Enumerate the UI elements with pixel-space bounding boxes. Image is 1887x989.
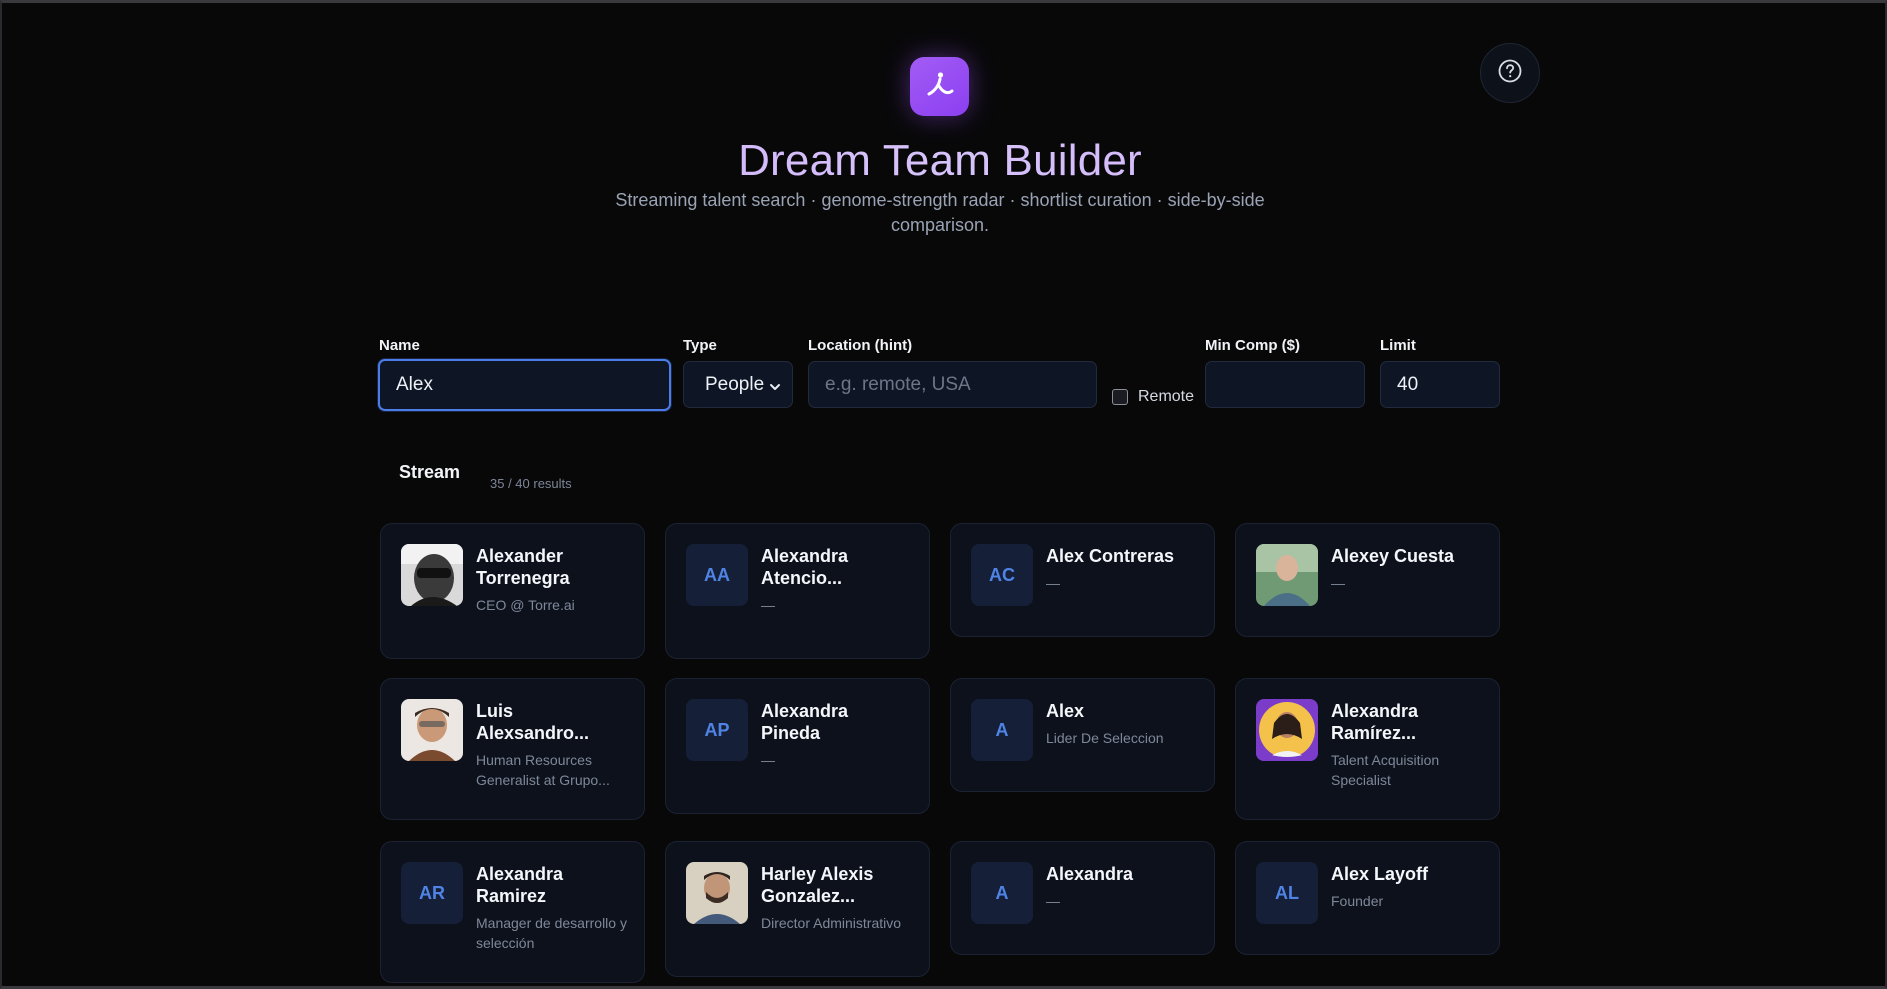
limit-input[interactable]: 40 [1380, 361, 1500, 408]
candidate-name: Alexandra Ramirez [476, 864, 564, 906]
candidate-name: Alexandra Ramírez... [1331, 701, 1419, 743]
candidate-role: — [1046, 575, 1060, 591]
avatar: AC [971, 544, 1033, 606]
min-comp-label: Min Comp ($) [1205, 337, 1300, 354]
type-label: Type [683, 337, 717, 354]
candidate-card[interactable]: AA Alexandra Atencio... — [665, 523, 930, 659]
help-button[interactable] [1480, 43, 1540, 103]
remote-toggle[interactable]: Remote [1112, 388, 1194, 406]
avatar: AL [1256, 862, 1318, 924]
app-logo [910, 57, 969, 116]
logo-icon [923, 67, 957, 106]
candidate-card[interactable]: Alexey Cuesta — [1235, 523, 1500, 637]
candidate-name: Luis Alexsandro... [476, 701, 590, 743]
remote-checkbox[interactable] [1112, 389, 1128, 405]
chevron-down-icon [768, 378, 782, 400]
min-comp-input[interactable] [1205, 361, 1365, 408]
avatar [401, 544, 463, 606]
candidate-name: Alexandra Atencio... [761, 546, 849, 588]
candidate-role: Lider De Seleccion [1046, 730, 1164, 746]
name-input-value: Alex [396, 374, 433, 395]
candidate-card[interactable]: AP Alexandra Pineda — [665, 678, 930, 814]
candidate-name: Harley Alexis Gonzalez... [761, 864, 874, 906]
limit-value: 40 [1397, 373, 1419, 395]
candidate-card[interactable]: Alexandra Ramírez... Talent Acquisition … [1235, 678, 1500, 820]
candidate-role: Founder [1331, 893, 1384, 909]
candidate-name: Alexandra [1046, 864, 1134, 884]
name-input[interactable]: Alex [378, 359, 671, 411]
candidate-card[interactable]: AL Alex Layoff Founder [1235, 841, 1500, 955]
remote-label: Remote [1138, 388, 1195, 405]
limit-label: Limit [1380, 337, 1416, 354]
type-select[interactable]: People [683, 361, 793, 408]
candidate-card[interactable]: AR Alexandra Ramirez Manager de desarrol… [380, 841, 645, 983]
page-title: Dream Team Builder [0, 136, 1880, 186]
page-subtitle: Streaming talent search · genome-strengt… [615, 190, 1265, 235]
avatar: A [971, 699, 1033, 761]
type-select-value: People [705, 373, 765, 395]
avatar: A [971, 862, 1033, 924]
candidate-name: Alexander Torrenegra [476, 546, 570, 588]
avatar: AR [401, 862, 463, 924]
avatar [1256, 544, 1318, 606]
avatar [686, 862, 748, 924]
name-label: Name [379, 337, 420, 354]
candidate-card[interactable]: A Alex Lider De Seleccion [950, 678, 1215, 792]
candidate-card[interactable]: A Alexandra — [950, 841, 1215, 955]
candidate-role: — [1331, 575, 1345, 591]
candidate-role: — [1046, 893, 1060, 909]
avatar [1256, 699, 1318, 761]
candidate-name: Alex [1046, 701, 1085, 721]
candidate-role: Director Administrativo [761, 915, 902, 931]
candidate-name: Alexey Cuesta [1331, 546, 1455, 566]
candidate-role: Human Resources Generalist at Grupo... [476, 752, 610, 788]
location-label: Location (hint) [808, 337, 913, 354]
candidate-card[interactable]: AC Alex Contreras — [950, 523, 1215, 637]
location-input[interactable]: e.g. remote, USA [808, 361, 1097, 408]
candidate-name: Alex Layoff [1331, 864, 1429, 884]
avatar: AA [686, 544, 748, 606]
stream-title: Stream [399, 462, 461, 482]
candidate-card[interactable]: Harley Alexis Gonzalez... Director Admin… [665, 841, 930, 977]
candidate-role: CEO @ Torre.ai [476, 597, 575, 613]
candidate-card[interactable]: Alexander Torrenegra CEO @ Torre.ai [380, 523, 645, 659]
candidate-role: Manager de desarrollo y selección [476, 915, 627, 951]
avatar [401, 699, 463, 761]
candidate-name: Alex Contreras [1046, 546, 1175, 566]
candidate-name: Alexandra Pineda [761, 701, 849, 743]
avatar: AP [686, 699, 748, 761]
candidate-role: Talent Acquisition Specialist [1331, 752, 1440, 788]
results-count: 35 / 40 results [490, 476, 572, 491]
candidate-role: — [761, 752, 775, 768]
candidate-card[interactable]: Luis Alexsandro... Human Resources Gener… [380, 678, 645, 820]
candidate-role: — [761, 597, 775, 613]
location-placeholder: e.g. remote, USA [825, 373, 971, 395]
help-circle-icon [1497, 58, 1523, 89]
